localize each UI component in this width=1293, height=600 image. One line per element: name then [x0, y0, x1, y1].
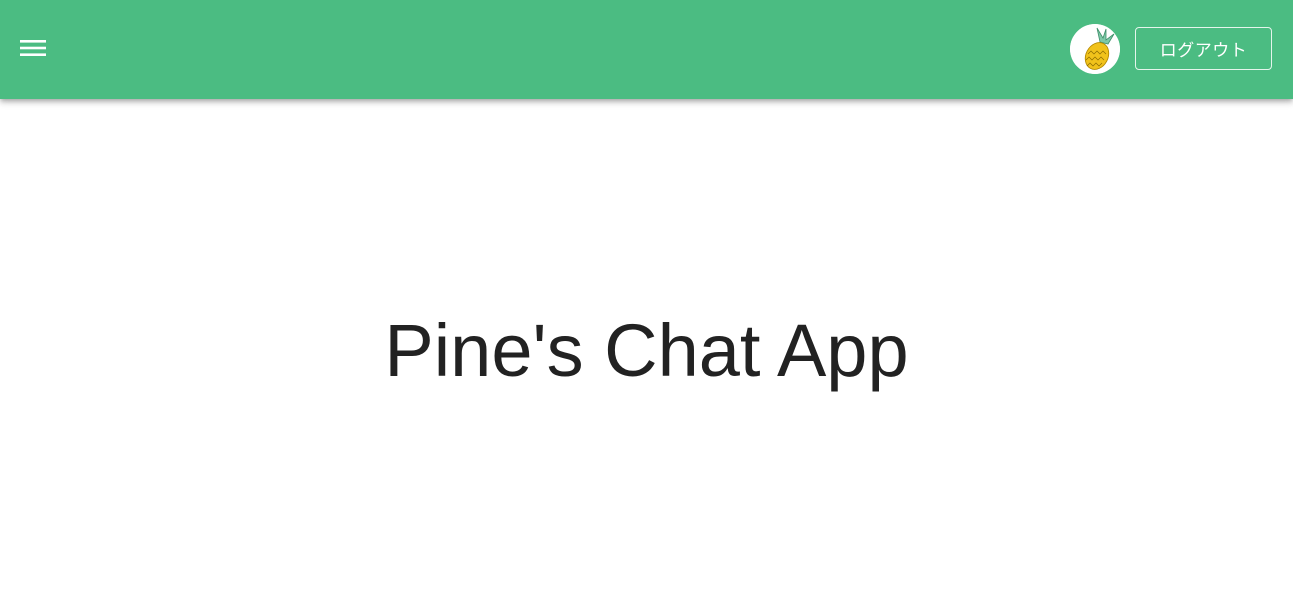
app-bar: ログアウト	[0, 0, 1293, 99]
logout-button[interactable]: ログアウト	[1135, 27, 1272, 70]
main-content: Pine's Chat App	[0, 99, 1293, 600]
pineapple-avatar-icon	[1070, 24, 1120, 74]
page-title: Pine's Chat App	[384, 309, 909, 392]
menu-icon	[20, 38, 46, 58]
menu-button[interactable]	[9, 24, 57, 72]
avatar[interactable]	[1070, 24, 1120, 74]
